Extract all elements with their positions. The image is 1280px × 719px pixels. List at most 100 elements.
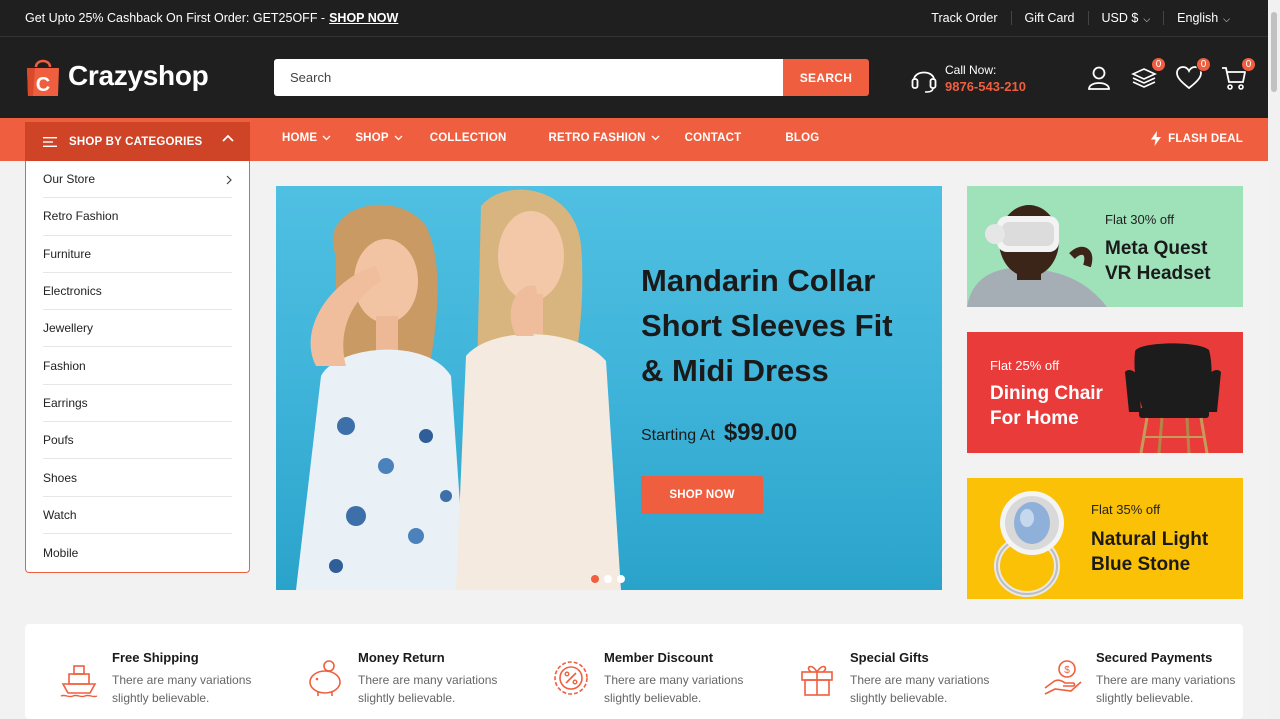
nav-contact-label: CONTACT [684, 132, 742, 144]
feature-title: Money Return [358, 650, 445, 665]
slider-dot[interactable] [604, 575, 612, 583]
hero-shop-now-button[interactable]: SHOP NOW [641, 476, 763, 514]
secure-payment-icon: $ [1044, 660, 1082, 695]
dining-chair-image [1125, 343, 1221, 453]
hero-price: Starting At $99.00 [641, 419, 797, 447]
nav-item-shop[interactable]: SHOP [355, 132, 403, 144]
wishlist-button[interactable]: 0 [1176, 57, 1211, 91]
price-label: Starting At [641, 427, 715, 444]
feature-desc: There are many variations slightly belie… [112, 673, 252, 705]
category-item[interactable]: Our Store [43, 161, 232, 199]
chevron-down-icon [651, 135, 660, 141]
nav-item-collection[interactable]: COLLECTION [430, 132, 507, 144]
category-item[interactable]: Electronics [43, 273, 232, 311]
page-scrollbar[interactable] [1268, 0, 1280, 719]
nav-item-contact[interactable]: CONTACT [685, 132, 742, 144]
cart-button[interactable]: 0 [1221, 57, 1256, 91]
features-strip: Free Shipping There are many variations … [25, 624, 1243, 719]
feature-desc: There are many variations slightly belie… [850, 673, 990, 705]
category-item[interactable]: Mobile [43, 534, 232, 571]
track-order-link[interactable]: Track Order [918, 11, 1010, 25]
shopping-bag-logo-icon: C [27, 59, 59, 96]
language-selector[interactable]: English ⌵ [1163, 11, 1243, 25]
currency-selector[interactable]: USD $ ⌵ [1087, 11, 1164, 25]
slider-dot[interactable] [591, 575, 599, 583]
promo-card-blue-stone[interactable]: Flat 35% off Natural Light Blue Stone [967, 478, 1243, 599]
promo-card-dining-chair[interactable]: Flat 25% off Dining Chair For Home [967, 332, 1243, 453]
feature-title: Member Discount [604, 650, 714, 665]
top-links: Track Order Gift Card USD $ ⌵ English ⌵ [918, 11, 1243, 25]
lightning-icon [1151, 131, 1162, 146]
main-header: C Crazyshop SEARCH Call Now: 9876-543-21… [0, 36, 1268, 118]
feature-free-shipping: Free Shipping There are many variations … [59, 650, 264, 707]
piggy-bank-icon [309, 660, 341, 696]
svg-text:$: $ [1064, 665, 1070, 676]
search-button[interactable]: SEARCH [783, 59, 869, 96]
chevron-down-icon [394, 135, 403, 141]
hero-title-line: & Midi Dress [641, 353, 829, 388]
promo-title: Natural Light Blue Stone [1091, 527, 1208, 577]
hero-title-line: Mandarin Collar [641, 263, 876, 298]
category-item[interactable]: Furniture [43, 236, 232, 273]
promo-banner: Get Upto 25% Cashback On First Order: GE… [25, 11, 398, 25]
chevron-down-icon [322, 135, 331, 141]
feature-desc: There are many variations slightly belie… [358, 673, 498, 705]
category-label: Earrings [43, 395, 88, 410]
shop-by-categories-button[interactable]: SHOP BY CATEGORIES [25, 122, 250, 161]
promo-title-line: Natural Light [1091, 529, 1209, 550]
category-label: Retro Fashion [43, 209, 119, 224]
category-item[interactable]: Earrings [43, 385, 232, 423]
category-item[interactable]: Poufs [43, 422, 232, 460]
site-logo[interactable]: C Crazyshop [25, 55, 209, 97]
feature-money-return: Money Return There are many variations s… [305, 650, 510, 707]
category-item[interactable]: Fashion [43, 347, 232, 385]
search-input[interactable] [274, 59, 783, 96]
search-bar: SEARCH [274, 59, 869, 96]
flash-deal-link[interactable]: FLASH DEAL [1151, 131, 1243, 146]
promo-title: Meta Quest VR Headset [1105, 236, 1211, 286]
nav-item-blog[interactable]: BLOG [785, 132, 819, 144]
promo-card-vr-headset[interactable]: Flat 30% off Meta Quest VR Headset [967, 186, 1243, 307]
nav-shop-label: SHOP [355, 132, 389, 144]
promo-shop-now-link[interactable]: SHOP NOW [329, 11, 398, 25]
gift-card-link[interactable]: Gift Card [1010, 11, 1088, 25]
nav-home-label: HOME [282, 132, 318, 144]
promo-title: Dining Chair For Home [990, 381, 1103, 431]
nav-item-home[interactable]: HOME [282, 132, 331, 144]
feature-special-gifts: Special Gifts There are many variations … [797, 650, 1002, 707]
category-label: Jewellery [43, 321, 94, 336]
category-label: Fashion [43, 358, 86, 373]
nav-retro-fashion-label: RETRO FASHION [548, 132, 646, 144]
category-label: Electronics [43, 284, 102, 299]
promo-title-line: Dining Chair [990, 383, 1103, 404]
promo-title-line: For Home [990, 408, 1079, 429]
feature-secured-payments: $ Secured Payments There are many variat… [1043, 650, 1238, 707]
menu-icon [43, 136, 57, 147]
main-nav: SHOP BY CATEGORIES HOME SHOP COLLECTION … [0, 118, 1268, 161]
nav-item-retro-fashion[interactable]: RETRO FASHION [548, 132, 660, 144]
call-number[interactable]: 9876-543-210 [945, 79, 1026, 94]
category-item[interactable]: Jewellery [43, 310, 232, 348]
wishlist-count-badge: 0 [1196, 57, 1211, 72]
category-item[interactable]: Shoes [43, 459, 232, 497]
slider-dot[interactable] [617, 575, 625, 583]
compare-button[interactable]: 0 [1131, 57, 1166, 91]
category-item[interactable]: Watch [43, 497, 232, 534]
language-label: English [1177, 11, 1219, 25]
feature-title: Secured Payments [1096, 650, 1213, 665]
currency-label: USD $ [1101, 11, 1139, 25]
account-button[interactable] [1086, 65, 1112, 91]
category-item[interactable]: Retro Fashion [43, 198, 232, 236]
scrollbar-thumb[interactable] [1271, 12, 1277, 92]
chevron-down-icon: ⌵ [1143, 14, 1151, 24]
hero-title: Mandarin Collar Short Sleeves Fit & Midi… [641, 258, 893, 393]
hero-models-image [296, 189, 621, 590]
category-label: Shoes [43, 470, 78, 485]
promo-offer: Flat 25% off [990, 358, 1060, 373]
categories-label: SHOP BY CATEGORIES [69, 135, 203, 148]
promo-title-line: Blue Stone [1091, 554, 1191, 575]
promo-text: Get Upto 25% Cashback On First Order: GE… [25, 11, 326, 25]
user-icon [1088, 66, 1110, 90]
category-label: Furniture [43, 246, 92, 261]
svg-text:C: C [36, 74, 50, 96]
